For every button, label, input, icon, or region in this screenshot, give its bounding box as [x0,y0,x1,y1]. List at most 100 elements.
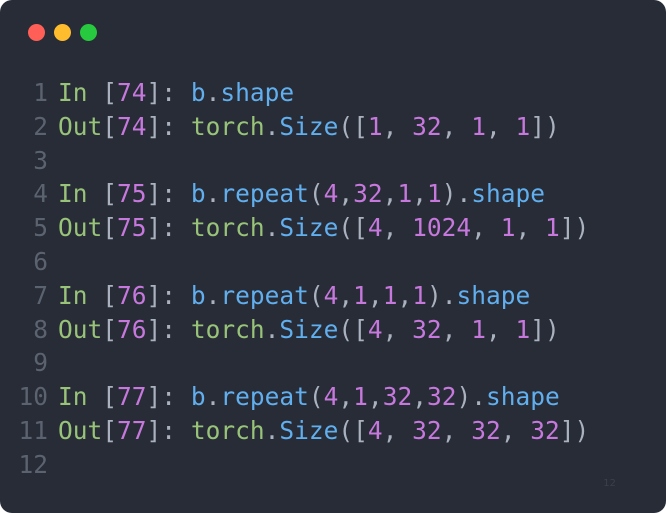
code-token: b [190,179,206,209]
code-token: , [485,111,516,141]
code-token: [ [102,111,118,141]
code-token: , [485,314,516,344]
code-token: 77 [117,415,147,445]
code-token: 4 [323,280,339,310]
code-token: [ [102,78,118,107]
code-token: 32 [412,415,442,445]
code-token: . [205,280,221,310]
code-token: [ [102,280,118,310]
close-icon[interactable] [28,23,45,41]
code-token: Size [279,314,339,344]
minimize-icon[interactable] [54,23,71,41]
code-token: , [338,280,354,310]
code-token: ]: [146,314,191,344]
code-token: . [205,179,221,209]
code-block: 1 In [74]: b.shape 2 Out[74]: torch.Size([1… [0,76,666,482]
code-token: , [500,415,531,445]
code-token: 32 [426,382,457,412]
code-token: Size [279,111,339,141]
code-token: 32 [412,314,442,344]
code-token: 76 [117,280,147,310]
code-token: ]: [146,179,191,209]
line-number: 6 [33,246,48,276]
code-token: ]) [559,213,590,243]
code-token: repeat [220,382,309,412]
code-token: . [205,382,221,412]
code-token: 4 [323,179,339,209]
maximize-icon[interactable] [80,23,97,41]
code-token: [ [102,382,118,412]
code-token: [ [102,415,118,445]
code-line: 12 [0,448,666,482]
code-token: , [441,415,472,445]
line-content: Out[77]: torch.Size([4, 32, 32, 32]) [58,414,589,448]
code-token: Out [58,213,103,243]
code-token: 76 [117,314,147,344]
code-token: 1 [397,179,413,209]
code-token: Out [58,111,103,141]
line-number: 1 [33,78,48,107]
code-token: 1 [515,111,531,141]
code-line: 5 Out[75]: torch.Size([4, 1024, 1, 1]) [0,211,666,245]
code-token: , [515,213,545,243]
code-token: 4 [367,314,383,344]
code-line: 1 In [74]: b.shape [0,76,666,110]
line-number: 4 [33,179,48,209]
code-token: , [441,314,472,344]
line-number: 10 [18,382,48,412]
code-token: ]: [146,382,191,412]
code-token: ). [456,382,486,412]
code-token: [ [102,179,118,209]
code-token: repeat [220,280,309,310]
line-content: In [75]: b.repeat(4,32,1,1).shape [58,177,545,211]
code-token: Out [58,314,103,344]
code-token: 1 [515,314,531,344]
line-content: Out[75]: torch.Size([4, 1024, 1, 1]) [58,211,589,245]
code-token: repeat [220,179,309,209]
code-token: , [382,179,398,209]
line-number: 8 [33,314,48,344]
code-line: 10 In [77]: b.repeat(4,1,32,32).shape [0,380,666,414]
code-line: 2 Out[74]: torch.Size([1, 32, 1, 1]) [0,110,666,144]
code-token: 1 [353,280,368,310]
code-token: ]: [146,111,191,141]
code-token: 32 [412,111,442,141]
code-token: , [412,179,427,209]
code-token: ([ [338,111,368,141]
code-token: 4 [367,415,383,445]
code-token: ). [441,179,472,209]
code-token: b [190,382,206,412]
code-token: , [382,314,413,344]
line-content: Out[74]: torch.Size([1, 32, 1, 1]) [58,110,560,144]
code-line: 9 [0,346,666,380]
code-token: . [264,111,280,141]
code-token: . [264,213,280,243]
code-token: 1 [471,111,486,141]
code-token: ]) [530,314,560,344]
code-token: , [338,382,354,412]
code-token: 1 [544,213,560,243]
code-token: 1 [500,213,516,243]
code-token: ]: [146,213,191,243]
code-token: [ [102,314,118,344]
code-token: [ [102,213,118,243]
code-line: 3 [0,144,666,178]
line-number: 11 [18,415,48,445]
code-token: 4 [367,213,383,243]
code-token: shape [471,179,546,209]
code-token: In [58,78,103,107]
code-token: ]: [146,415,191,445]
code-token: ]) [559,415,590,445]
code-line: 4 In [75]: b.repeat(4,32,1,1).shape [0,177,666,211]
code-token: b [190,280,206,310]
code-token: , [441,111,472,141]
code-window: 1 In [74]: b.shape 2 Out[74]: torch.Size([1… [0,0,666,513]
watermark: 12 [603,478,616,489]
code-token: 4 [323,382,339,412]
code-token: 1 [471,314,486,344]
code-token: 1 [353,382,368,412]
code-token: 1 [426,179,442,209]
line-number: 7 [33,280,48,310]
code-token: 32 [382,382,413,412]
code-token: ]: [146,78,191,107]
